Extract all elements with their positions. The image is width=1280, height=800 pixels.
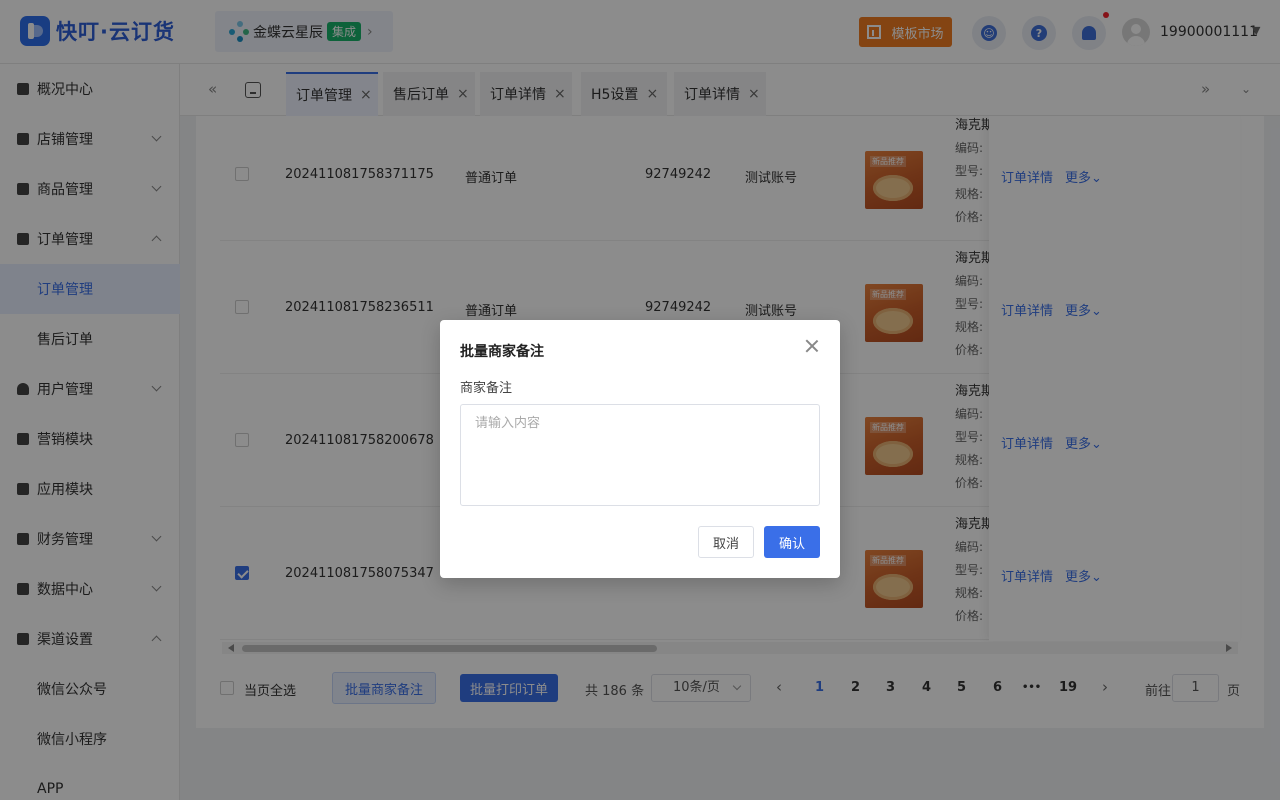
merchant-note-label: 商家备注 xyxy=(460,381,513,396)
close-icon[interactable] xyxy=(805,339,819,353)
cancel-button[interactable]: 取消 xyxy=(698,526,754,558)
merchant-note-input[interactable] xyxy=(460,404,820,506)
dialog-title: 批量商家备注 xyxy=(460,344,544,360)
batch-note-dialog: 批量商家备注 商家备注 取消 确认 xyxy=(440,320,840,578)
confirm-button[interactable]: 确认 xyxy=(764,526,820,558)
